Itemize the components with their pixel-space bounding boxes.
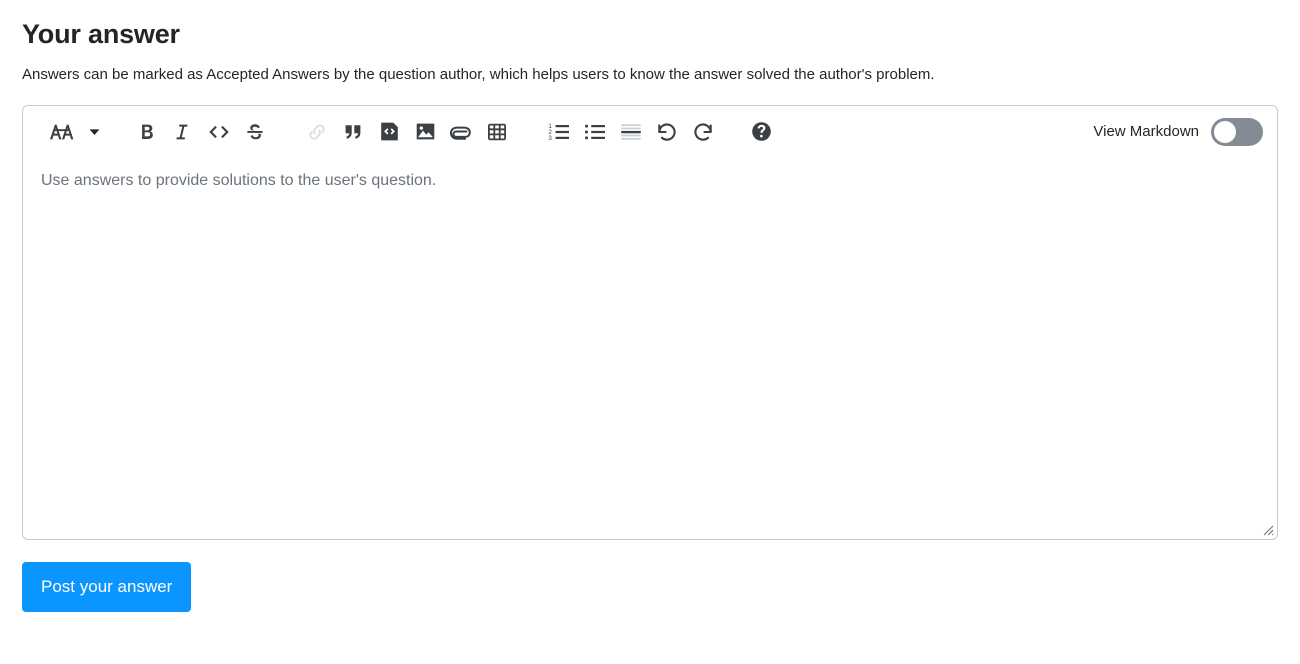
italic-button[interactable] (167, 116, 199, 148)
toolbar-group-help (743, 116, 779, 148)
toolbar-group-inline-format (129, 116, 273, 148)
strikethrough-button[interactable] (239, 116, 271, 148)
bold-button[interactable] (131, 116, 163, 148)
view-markdown-label: View Markdown (1093, 124, 1199, 139)
answer-placeholder: Use answers to provide solutions to the … (41, 166, 1259, 192)
svg-text:3: 3 (548, 134, 552, 141)
image-button[interactable] (409, 116, 441, 148)
blockquote-button[interactable] (337, 116, 369, 148)
code-block-button[interactable] (373, 116, 405, 148)
markdown-toggle-group: View Markdown (1093, 118, 1263, 146)
answer-textarea[interactable]: Use answers to provide solutions to the … (23, 158, 1277, 539)
resize-handle[interactable] (1260, 522, 1274, 536)
attachment-button[interactable] (445, 116, 477, 148)
numbered-list-button[interactable]: 1 2 3 (543, 116, 575, 148)
undo-button[interactable] (651, 116, 683, 148)
answer-form-page: Your answer Answers can be marked as Acc… (0, 0, 1300, 664)
page-title: Your answer (22, 0, 1278, 52)
heading-button[interactable] (41, 116, 81, 148)
post-answer-button[interactable]: Post your answer (22, 562, 191, 612)
redo-button[interactable] (687, 116, 719, 148)
toolbar-buttons: 1 2 3 (39, 116, 779, 148)
view-markdown-toggle[interactable] (1211, 118, 1263, 146)
link-button[interactable] (301, 116, 333, 148)
answer-description: Answers can be marked as Accepted Answer… (22, 52, 1278, 85)
answer-editor: 1 2 3 (22, 105, 1278, 540)
bulleted-list-button[interactable] (579, 116, 611, 148)
table-button[interactable] (481, 116, 513, 148)
horizontal-rule-button[interactable] (615, 116, 647, 148)
chevron-down-icon[interactable] (85, 116, 103, 148)
inline-code-button[interactable] (203, 116, 235, 148)
help-button[interactable] (745, 116, 777, 148)
toggle-knob (1214, 121, 1236, 143)
toolbar-group-text-style (39, 116, 103, 148)
toolbar-group-insert (299, 116, 515, 148)
editor-toolbar: 1 2 3 (23, 106, 1277, 158)
toolbar-group-blocks: 1 2 3 (541, 116, 721, 148)
